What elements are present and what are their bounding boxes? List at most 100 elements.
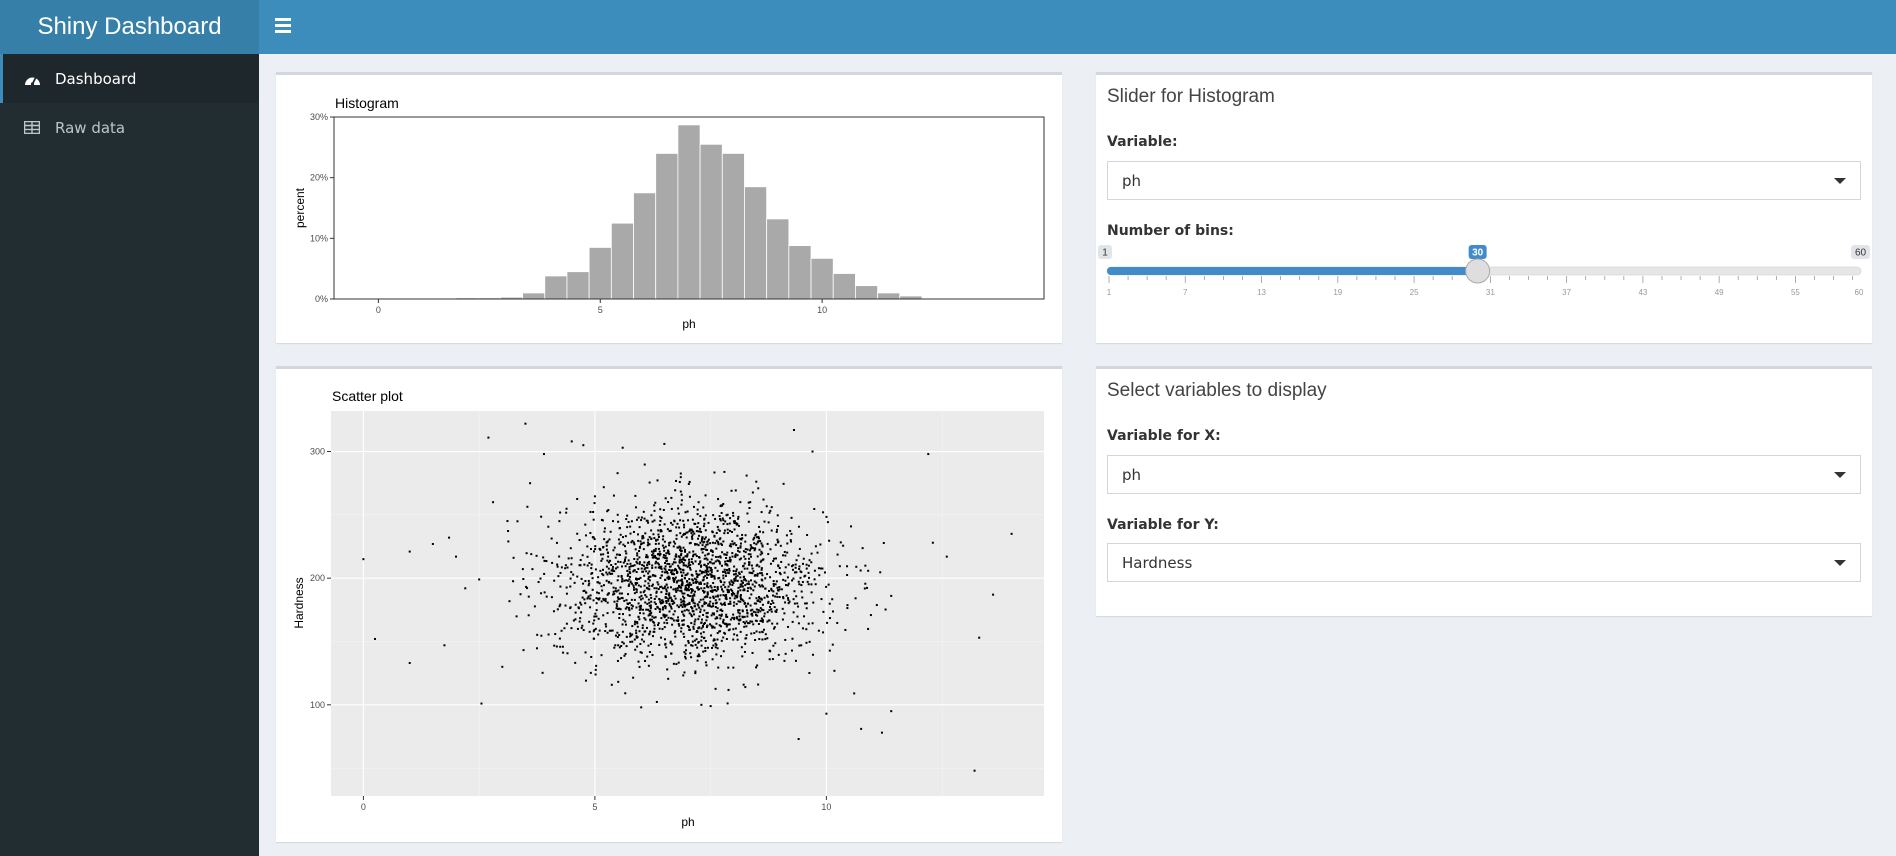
scatter-point	[664, 656, 667, 659]
y-variable-select[interactable]: Hardness	[1107, 543, 1861, 582]
scatter-point	[882, 541, 885, 544]
scatter-point	[642, 591, 645, 594]
scatter-point	[643, 630, 646, 633]
scatter-point	[769, 548, 772, 551]
slider-handle[interactable]	[1465, 258, 1491, 284]
scatter-point	[710, 624, 713, 627]
scatter-point	[362, 558, 365, 561]
scatter-point	[774, 595, 777, 598]
scatter-point	[597, 633, 600, 636]
scatter-point	[706, 593, 709, 596]
scatter-point	[529, 482, 532, 485]
scatter-point	[734, 594, 737, 597]
scatter-point	[601, 568, 604, 571]
scatter-point	[715, 653, 718, 656]
scatter-point	[633, 638, 636, 641]
scatter-point	[649, 630, 652, 633]
histogram-chart: Histogram 0 5 100%10%20%30% ph percent	[293, 95, 1045, 331]
scatter-point	[693, 532, 696, 535]
scatter-point	[630, 582, 633, 585]
scatter-point	[755, 619, 758, 622]
scatter-point	[774, 543, 777, 546]
app-logo-title[interactable]: Shiny Dashboard	[0, 0, 259, 54]
variable-select[interactable]: ph	[1107, 161, 1861, 200]
scatter-point	[662, 535, 665, 538]
scatter-point	[725, 556, 728, 559]
scatter-point	[516, 520, 519, 523]
scatter-point	[635, 560, 638, 563]
scatter-point	[719, 609, 722, 612]
scatter-point	[625, 552, 628, 555]
scatter-point	[677, 661, 680, 664]
scatter-point	[628, 614, 631, 617]
scatter-point	[804, 602, 807, 605]
scatter-point	[553, 644, 556, 647]
scatter-point	[816, 551, 819, 554]
x-tick-label: 5	[598, 305, 603, 315]
scatter-point	[662, 600, 665, 603]
scatter-point	[695, 608, 698, 611]
scatter-point	[760, 511, 763, 514]
scatter-point	[651, 566, 654, 569]
scatter-point	[584, 534, 587, 537]
scatter-point	[664, 643, 667, 646]
scatter-point	[716, 569, 719, 572]
scatter-point	[807, 571, 810, 574]
scatter-point	[589, 671, 592, 674]
sidebar-toggle-icon[interactable]	[275, 18, 291, 36]
scatter-point	[629, 562, 632, 565]
scatter-point	[846, 607, 849, 610]
scatter-point	[672, 577, 675, 580]
scatter-point	[660, 567, 663, 570]
scatter-point	[572, 573, 575, 576]
scatter-point	[587, 584, 590, 587]
scatter-point	[879, 571, 882, 574]
scatter-point	[501, 665, 504, 668]
scatter-point	[749, 544, 752, 547]
scatter-point	[791, 637, 794, 640]
sidebar-item-dashboard[interactable]: Dashboard	[0, 54, 259, 103]
scatter-point	[680, 503, 683, 506]
y-tick-label: 10%	[310, 233, 328, 243]
x-variable-select[interactable]: ph	[1107, 455, 1861, 494]
scatter-point	[679, 490, 682, 493]
scatter-point	[805, 602, 808, 605]
sidebar-item-raw-data[interactable]: Raw data	[0, 103, 259, 152]
scatter-point	[605, 571, 608, 574]
scatter-point	[563, 627, 566, 630]
scatter-point	[729, 602, 732, 605]
scatter-point	[688, 551, 691, 554]
scatter-point	[784, 652, 787, 655]
scatter-point	[687, 609, 690, 612]
sidebar: Dashboard Raw data	[0, 54, 259, 856]
scatter-point	[764, 577, 767, 580]
scatter-point	[713, 613, 716, 616]
scatter-point	[810, 583, 813, 586]
scatter-point	[665, 559, 668, 562]
scatter-point	[455, 555, 458, 558]
scatter-point	[726, 528, 729, 531]
scatter-point	[591, 577, 594, 580]
scatter-point	[698, 606, 701, 609]
scatter-point	[557, 575, 560, 578]
scatter-point	[710, 575, 713, 578]
scatter-point	[822, 631, 825, 634]
scatter-point	[629, 532, 632, 535]
scatter-point	[636, 554, 639, 557]
scatter-point	[787, 598, 790, 601]
scatter-point	[754, 611, 757, 614]
scatter-point	[794, 659, 797, 662]
scatter-point	[709, 573, 712, 576]
scatter-point	[670, 607, 673, 610]
y-tick-label: 300	[310, 447, 325, 457]
bins-slider[interactable]: 1 601 7 13 19 25 31 37 43 49 55 6030	[1096, 243, 1872, 313]
scatter-point	[644, 659, 647, 662]
x-variable-label: Variable for X:	[1107, 428, 1221, 444]
scatter-point	[760, 572, 763, 575]
scatter-point	[755, 597, 758, 600]
scatter-point	[635, 632, 638, 635]
scatter-point	[671, 563, 674, 566]
scatter-point	[685, 536, 688, 539]
scatter-point	[778, 596, 781, 599]
scatter-point	[681, 592, 684, 595]
